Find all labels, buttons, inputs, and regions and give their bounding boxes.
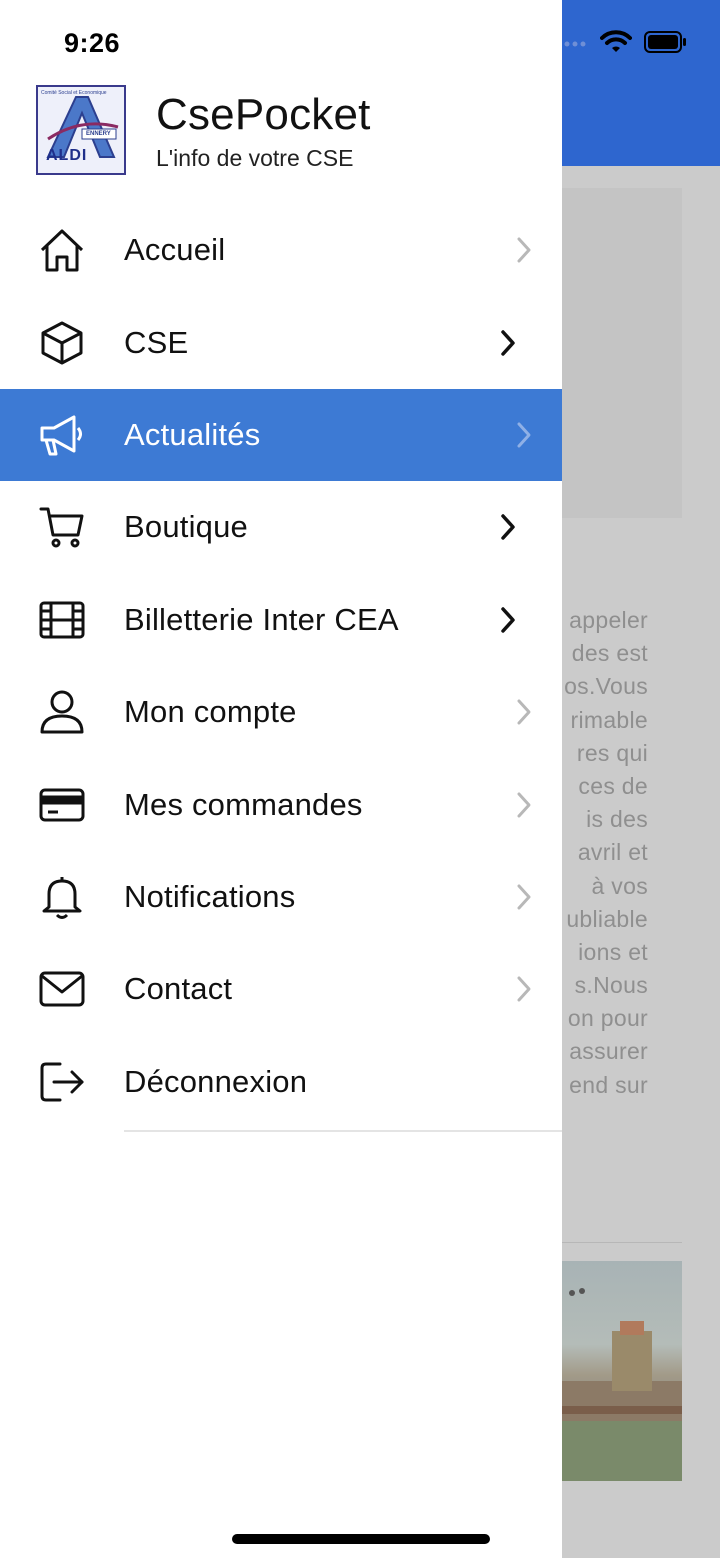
status-indicators — [556, 30, 688, 54]
logo-wordmark: ALDI — [46, 147, 88, 164]
menu-label: Mes commandes — [124, 786, 363, 822]
menu-label: Accueil — [124, 232, 226, 268]
chevron-right-icon — [517, 792, 531, 818]
chevron-right-icon — [517, 422, 531, 448]
menu-item-deconnexion[interactable]: Déconnexion — [0, 1036, 562, 1133]
menu-label: Déconnexion — [124, 1063, 308, 1099]
battery-icon — [644, 31, 686, 53]
menu-item-mon-compte[interactable]: Mon compte — [0, 666, 562, 758]
menu-label: Contact — [124, 971, 233, 1007]
background-divider — [562, 1242, 682, 1243]
chevron-right-icon — [517, 237, 531, 263]
film-icon — [38, 596, 86, 644]
drawer-header: Comité Social et Economique ENNERY ALDI … — [36, 84, 371, 176]
cart-icon — [38, 503, 86, 551]
logo-sub: ENNERY — [86, 131, 111, 137]
app-tagline: L'info de votre CSE — [156, 144, 354, 171]
chevron-right-icon — [517, 699, 531, 725]
menu-item-boutique[interactable]: Boutique — [0, 481, 562, 573]
menu-item-notifications[interactable]: Notifications — [0, 851, 562, 943]
bell-icon — [38, 873, 86, 921]
drawer-menu: Accueil CSE Actualités Boutique Billette… — [0, 204, 562, 1133]
menu-item-accueil[interactable]: Accueil — [0, 204, 562, 296]
user-icon — [38, 688, 86, 736]
home-icon — [38, 226, 86, 274]
cse-logo: Comité Social et Economique ENNERY ALDI — [36, 85, 126, 175]
menu-label: Mon compte — [124, 694, 297, 730]
menu-label: Actualités — [124, 416, 261, 452]
menu-item-cse[interactable]: CSE — [0, 296, 562, 388]
menu-label: Boutique — [124, 509, 248, 545]
status-time: 9:26 — [64, 28, 121, 58]
logo-caption: Comité Social et Economique — [41, 90, 107, 96]
menu-item-actualites[interactable]: Actualités — [0, 388, 562, 482]
mail-icon — [38, 965, 86, 1013]
background-image-card — [562, 188, 682, 518]
menu-label: Billetterie Inter CEA — [124, 601, 399, 637]
menu-item-mes-commandes[interactable]: Mes commandes — [0, 758, 562, 850]
chevron-right-icon — [517, 976, 531, 1002]
credit-card-icon — [38, 781, 86, 829]
megaphone-icon — [38, 411, 86, 459]
chevron-right-icon — [517, 884, 531, 910]
app-name: CsePocket — [156, 89, 371, 139]
chevron-right-icon — [501, 607, 515, 633]
home-indicator[interactable] — [232, 1534, 490, 1544]
menu-label: CSE — [124, 324, 189, 360]
menu-label: Notifications — [124, 878, 296, 914]
navigation-drawer: 9:26 Comité Social et Economique ENNERY … — [0, 0, 562, 1558]
menu-item-contact[interactable]: Contact — [0, 943, 562, 1035]
menu-item-billetterie[interactable]: Billetterie Inter CEA — [0, 574, 562, 666]
chevron-right-icon — [501, 329, 515, 356]
background-photo — [562, 1261, 682, 1481]
cube-icon — [38, 319, 86, 367]
wifi-icon — [600, 30, 632, 52]
logout-icon — [38, 1058, 86, 1106]
chevron-right-icon — [501, 514, 515, 541]
